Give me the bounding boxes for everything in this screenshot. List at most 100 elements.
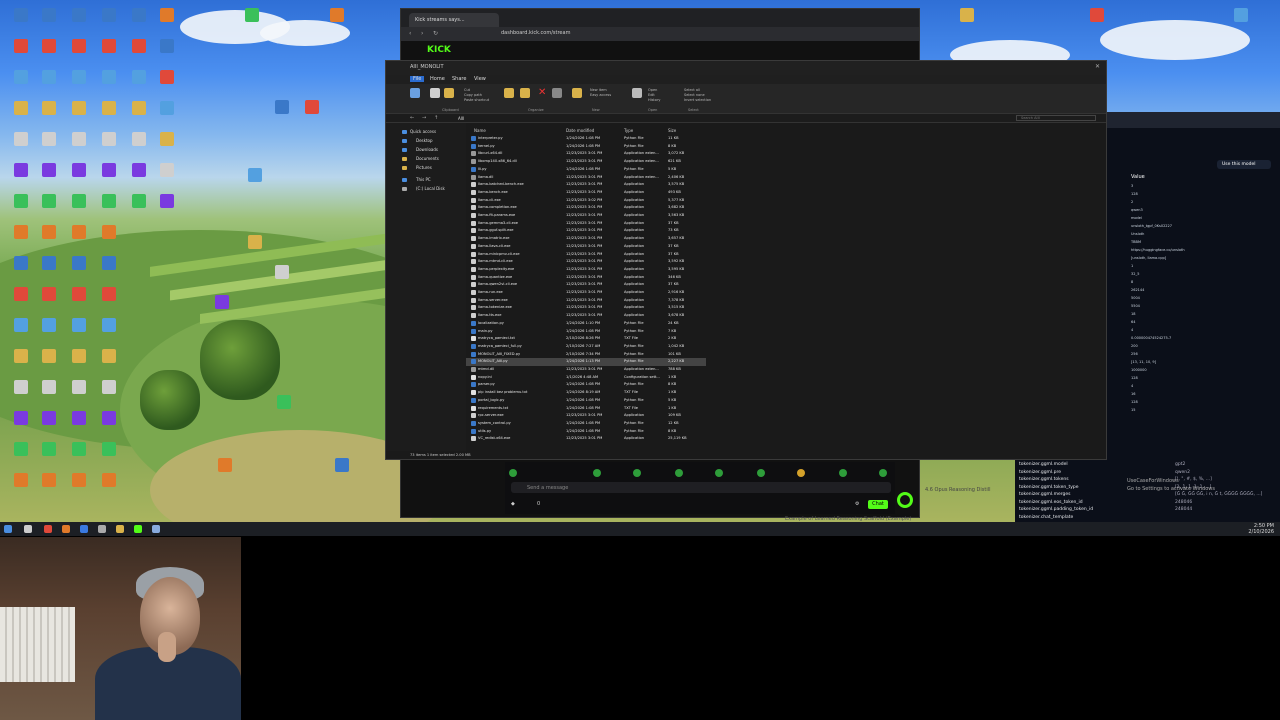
desktop-shortcut-icon[interactable] — [14, 70, 28, 84]
desktop-shortcut-icon[interactable] — [248, 235, 262, 249]
address-bar[interactable]: ‹ › ↻ dashboard.kick.com/stream — [401, 27, 919, 41]
desktop-shortcut-icon[interactable] — [72, 380, 86, 394]
column-type[interactable]: Type — [624, 128, 633, 133]
delete-icon[interactable]: ✕ — [538, 88, 548, 98]
search-input[interactable]: Search AIII — [1016, 115, 1096, 121]
desktop-shortcut-icon[interactable] — [1234, 8, 1248, 22]
desktop-shortcut-icon[interactable] — [14, 225, 28, 239]
desktop-shortcut-icon[interactable] — [72, 442, 86, 456]
rename-icon[interactable] — [552, 88, 562, 98]
breadcrumb[interactable]: AIII — [458, 116, 464, 121]
desktop-shortcut-icon[interactable] — [960, 8, 974, 22]
desktop-shortcut-icon[interactable] — [72, 101, 86, 115]
app-icon[interactable] — [80, 525, 88, 533]
desktop-shortcut-icon[interactable] — [42, 163, 56, 177]
desktop-shortcut-icon[interactable] — [72, 132, 86, 146]
desktop-shortcut-icon[interactable] — [102, 132, 116, 146]
chat-send-button[interactable]: Chat — [868, 500, 888, 509]
forward-icon[interactable]: › — [421, 30, 423, 37]
desktop-shortcut-icon[interactable] — [42, 473, 56, 487]
desktop-shortcut-icon[interactable] — [14, 101, 28, 115]
desktop-shortcut-icon[interactable] — [160, 39, 174, 53]
live-indicator-icon[interactable] — [897, 492, 913, 508]
emote-icon[interactable] — [757, 469, 765, 477]
desktop-shortcut-icon[interactable] — [102, 349, 116, 363]
desktop-shortcut-icon[interactable] — [14, 39, 28, 53]
settings-icon[interactable]: ⚙ — [855, 501, 859, 507]
desktop-shortcut-icon[interactable] — [42, 411, 56, 425]
edit-button[interactable]: Edit — [648, 93, 655, 97]
emote-icon[interactable] — [797, 469, 805, 477]
search-icon[interactable] — [24, 525, 32, 533]
select-none-button[interactable]: Select none — [684, 93, 705, 97]
desktop-shortcut-icon[interactable] — [102, 256, 116, 270]
history-button[interactable]: History — [648, 98, 660, 102]
desktop-shortcut-icon[interactable] — [160, 8, 174, 22]
desktop-shortcut-icon[interactable] — [160, 194, 174, 208]
desktop-shortcut-icon[interactable] — [72, 349, 86, 363]
desktop-shortcut-icon[interactable] — [248, 168, 262, 182]
desktop-shortcut-icon[interactable] — [42, 318, 56, 332]
desktop-shortcut-icon[interactable] — [14, 256, 28, 270]
column-size[interactable]: Size — [668, 128, 676, 133]
properties-icon[interactable] — [632, 88, 642, 98]
desktop-shortcut-icon[interactable] — [14, 349, 28, 363]
desktop-shortcut-icon[interactable] — [14, 473, 28, 487]
column-name[interactable]: Name — [474, 128, 486, 133]
desktop-shortcut-icon[interactable] — [72, 473, 86, 487]
desktop-shortcut-icon[interactable] — [14, 194, 28, 208]
desktop-shortcut-icon[interactable] — [277, 395, 291, 409]
nav-pictures[interactable]: Pictures — [416, 165, 432, 170]
forward-icon[interactable]: → — [422, 115, 426, 121]
desktop-shortcut-icon[interactable] — [42, 194, 56, 208]
desktop-shortcut-icon[interactable] — [275, 100, 289, 114]
desktop-shortcut-icon[interactable] — [42, 8, 56, 22]
copy-path-button[interactable]: Copy path — [464, 93, 482, 97]
nav-quick-access[interactable]: Quick access — [410, 129, 436, 134]
desktop-shortcut-icon[interactable] — [14, 8, 28, 22]
easy-access-button[interactable]: Easy access — [590, 93, 611, 97]
desktop-shortcut-icon[interactable] — [14, 318, 28, 332]
desktop-shortcut-icon[interactable] — [330, 8, 344, 22]
desktop-shortcut-icon[interactable] — [305, 100, 319, 114]
desktop-shortcut-icon[interactable] — [14, 442, 28, 456]
desktop-shortcut-icon[interactable] — [14, 163, 28, 177]
desktop-shortcut-icon[interactable] — [160, 101, 174, 115]
menu-view[interactable]: View — [474, 76, 486, 82]
desktop-shortcut-icon[interactable] — [160, 132, 174, 146]
paste-icon[interactable] — [444, 88, 454, 98]
chat-input[interactable]: Send a message — [511, 482, 891, 493]
browser-tab[interactable]: Kick streams says... — [409, 13, 499, 27]
close-icon[interactable]: ✕ — [1095, 63, 1100, 70]
desktop-shortcut-icon[interactable] — [14, 132, 28, 146]
desktop-shortcut-icon[interactable] — [215, 295, 229, 309]
desktop-shortcut-icon[interactable] — [14, 380, 28, 394]
desktop-shortcut-icon[interactable] — [132, 70, 146, 84]
folder-icon[interactable] — [116, 525, 124, 533]
desktop-shortcut-icon[interactable] — [160, 163, 174, 177]
desktop-shortcut-icon[interactable] — [102, 194, 116, 208]
emote-icon[interactable] — [509, 469, 517, 477]
nav-documents[interactable]: Documents — [416, 156, 439, 161]
open-button[interactable]: Open — [648, 88, 657, 92]
app-icon[interactable] — [98, 525, 106, 533]
desktop-shortcut-icon[interactable] — [132, 8, 146, 22]
desktop-shortcut-icon[interactable] — [72, 194, 86, 208]
menu-file[interactable]: File — [410, 76, 425, 82]
desktop-shortcut-icon[interactable] — [42, 287, 56, 301]
desktop-shortcut-icon[interactable] — [132, 163, 146, 177]
nav-local-disk[interactable]: (C:) Local Disk — [416, 186, 445, 191]
explorer-pathbar[interactable]: ← → ↑ AIII Search AIII — [386, 114, 1106, 123]
emote-icon[interactable] — [839, 469, 847, 477]
back-icon[interactable]: ← — [410, 115, 414, 121]
app-icon[interactable] — [62, 525, 70, 533]
nav-this-pc[interactable]: This PC — [416, 177, 431, 182]
desktop-shortcut-icon[interactable] — [102, 380, 116, 394]
desktop-shortcut-icon[interactable] — [14, 287, 28, 301]
desktop-shortcut-icon[interactable] — [42, 101, 56, 115]
menu-home[interactable]: Home — [430, 76, 445, 82]
copy-to-icon[interactable] — [520, 88, 530, 98]
column-date[interactable]: Date modified — [566, 128, 594, 133]
app-icon[interactable] — [152, 525, 160, 533]
file-explorer-window[interactable]: AIII_MONOLIT ✕ File Home Share View Cut … — [385, 60, 1107, 460]
